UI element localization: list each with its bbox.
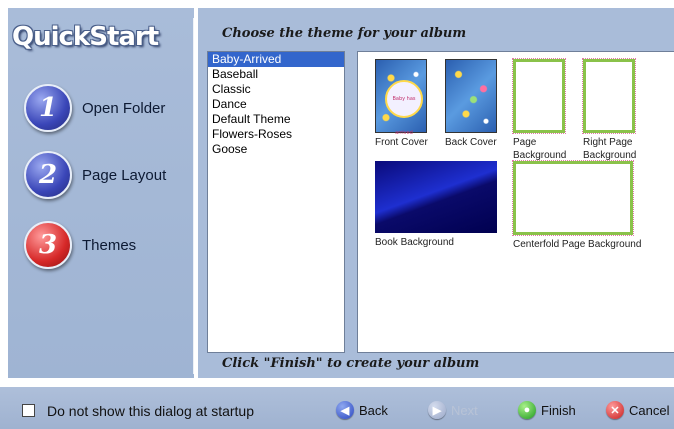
step-page-layout-label: Page Layout: [82, 166, 167, 184]
startup-checkbox[interactable]: [22, 404, 35, 417]
finish-button[interactable]: ● Finish: [518, 399, 576, 421]
step-themes[interactable]: 3 Themes: [24, 221, 136, 269]
centerfold-background-thumb[interactable]: Centerfold Page Background: [512, 160, 642, 251]
next-button[interactable]: ▶ Next: [428, 399, 478, 421]
theme-list[interactable]: Baby-Arrived Baseball Classic Dance Defa…: [207, 51, 345, 353]
next-arrow-icon: ▶: [428, 401, 446, 419]
right-page-background-image: [582, 58, 636, 134]
front-cover-image: Baby has arrived: [375, 59, 427, 136]
book-background-caption: Book Background: [375, 237, 454, 248]
finish-check-icon: ●: [518, 401, 536, 419]
step-open-folder[interactable]: 1 Open Folder: [24, 84, 165, 132]
back-button[interactable]: ◀ Back: [336, 399, 388, 421]
back-cover-image: [445, 59, 497, 133]
cancel-button[interactable]: ✕ Cancel: [606, 399, 669, 421]
book-background-thumb[interactable]: Book Background: [375, 161, 497, 249]
back-arrow-icon: ◀: [336, 401, 354, 419]
cover-caption: Baby has arrived: [385, 80, 423, 136]
theme-item[interactable]: Goose: [208, 142, 344, 157]
back-button-label: Back: [359, 402, 388, 418]
centerfold-background-image: [512, 160, 634, 236]
theme-item[interactable]: Default Theme: [208, 112, 344, 127]
sidebar-divider: [193, 18, 194, 374]
step-themes-label: Themes: [82, 236, 137, 254]
step-2-icon: 2: [24, 151, 72, 199]
step-open-folder-label: Open Folder: [82, 99, 166, 117]
page-background-image: [512, 58, 566, 134]
theme-item[interactable]: Flowers-Roses: [208, 127, 344, 142]
theme-preview-panel: Baby has arrived Front Cover Back Cover …: [357, 51, 674, 353]
page-background-thumb[interactable]: Page Background: [512, 58, 577, 162]
theme-item[interactable]: Baseball: [208, 67, 344, 82]
step-page-layout[interactable]: 2 Page Layout: [24, 151, 166, 199]
theme-item[interactable]: Dance: [208, 97, 344, 112]
right-page-background-thumb[interactable]: Right Page Background: [582, 58, 647, 162]
step-1-icon: 1: [24, 84, 72, 132]
cancel-x-icon: ✕: [606, 401, 624, 419]
quickstart-dialog: QuickStart 1 Open Folder 2 Page Layout 3…: [0, 0, 674, 429]
back-cover-thumb[interactable]: Back Cover: [445, 59, 497, 149]
finish-button-label: Finish: [541, 402, 576, 418]
theme-item[interactable]: Classic: [208, 82, 344, 97]
book-background-image: [375, 161, 497, 233]
finish-hint: Click "Finish" to create your album: [222, 356, 480, 371]
step-3-icon: 3: [24, 221, 72, 269]
page-background-caption: Page Background: [513, 137, 567, 161]
next-button-label: Next: [451, 402, 478, 418]
front-cover-thumb[interactable]: Baby has arrived Front Cover: [375, 59, 428, 149]
brand-title: QuickStart: [12, 22, 159, 52]
cancel-button-label: Cancel: [629, 402, 670, 418]
right-page-background-caption: Right Page Background: [583, 137, 637, 161]
back-cover-caption: Back Cover: [445, 137, 497, 148]
page-heading: Choose the theme for your album: [222, 26, 467, 41]
theme-item[interactable]: Baby-Arrived: [208, 52, 344, 67]
startup-checkbox-label[interactable]: Do not show this dialog at startup: [47, 403, 254, 419]
centerfold-background-caption: Centerfold Page Background: [513, 239, 642, 250]
